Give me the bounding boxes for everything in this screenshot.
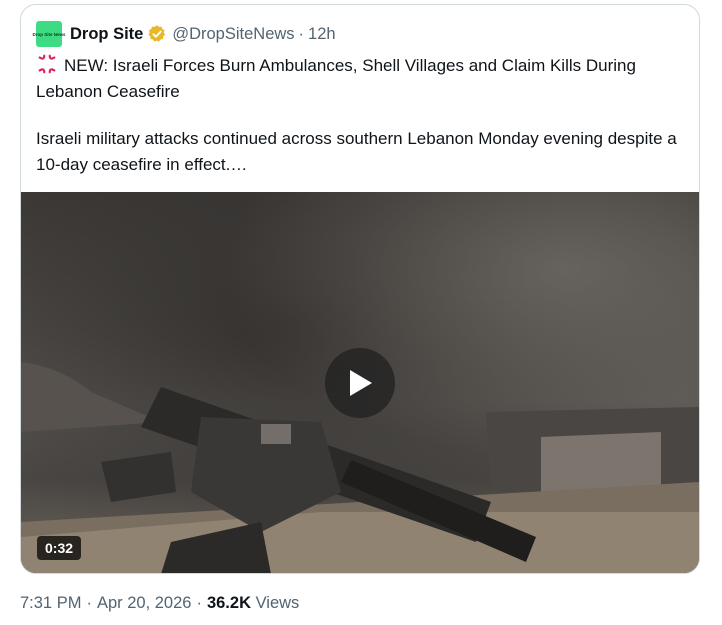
video-duration-badge: 0:32: [37, 536, 82, 560]
author-display-name[interactable]: Drop Site: [70, 25, 143, 44]
avatar[interactable]: Drop Site News: [33, 21, 66, 47]
quoted-tweet-text: NEW: Israeli Forces Burn Ambulances, She…: [36, 53, 686, 178]
play-button[interactable]: [325, 348, 395, 418]
views-count: 36.2K: [206, 594, 251, 612]
play-icon: [350, 370, 372, 396]
headline-paragraph: NEW: Israeli Forces Burn Ambulances, She…: [36, 53, 686, 105]
quoted-tweet-card[interactable]: Drop Site News Drop Site @DropSiteNews ·…: [20, 4, 700, 574]
post-time[interactable]: 7:31 PM: [20, 594, 81, 612]
separator-dot: ·: [298, 24, 305, 43]
quoted-tweet-header: Drop Site News Drop Site @DropSiteNews ·…: [33, 21, 336, 47]
post-date[interactable]: Apr 20, 2026: [97, 594, 192, 612]
views-label: Views: [255, 594, 300, 612]
author-handle[interactable]: @DropSiteNews: [172, 25, 294, 44]
separator-dot: ·: [196, 594, 202, 612]
separator-dot: ·: [86, 594, 92, 612]
summary-text: Israeli military attacks continued acros…: [36, 129, 677, 174]
video-player[interactable]: 0:32: [21, 192, 699, 573]
relative-timestamp[interactable]: 12h: [308, 25, 336, 44]
tweet-meta: 7:31 PM · Apr 20, 2026 · 36.2K Views: [20, 594, 299, 613]
avatar-logo-text: Drop Site News: [32, 31, 66, 37]
headline-text: NEW: Israeli Forces Burn Ambulances, She…: [36, 56, 636, 101]
verified-badge-icon: [148, 25, 166, 42]
anger-symbol-icon: [38, 54, 56, 74]
